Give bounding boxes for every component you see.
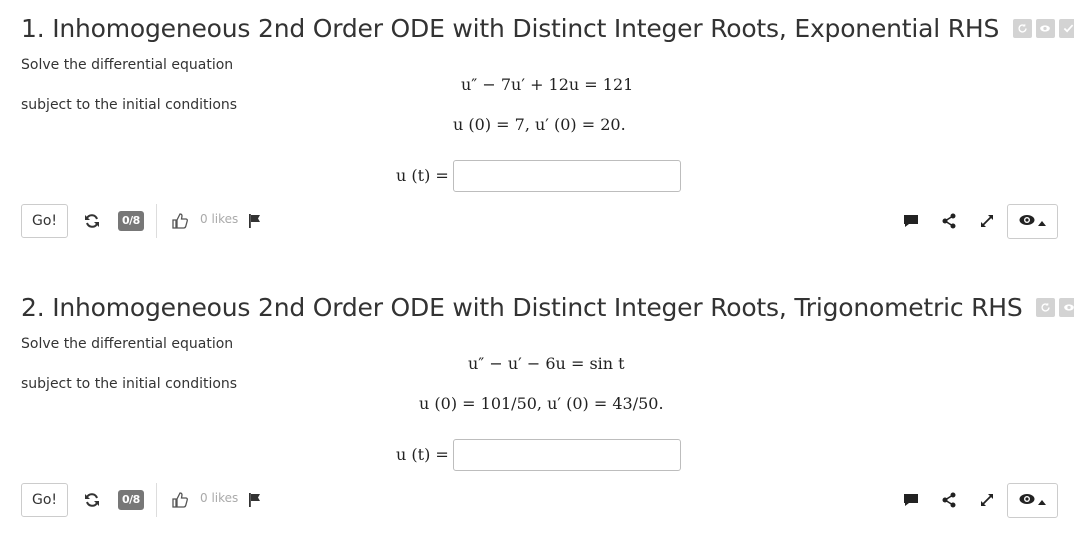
status-badges [1036, 297, 1074, 317]
initial-conditions: u (0) = 7, u′ (0) = 20. [453, 115, 626, 134]
problem-toolbar: Go! 0/8 0 likes [0, 483, 1074, 519]
flag-icon[interactable] [248, 492, 262, 508]
caret-up-icon [1038, 213, 1046, 231]
problem-title: 1. Inhomogeneous 2nd Order ODE with Dist… [21, 13, 1074, 45]
answer-label: u (t) = [396, 445, 449, 464]
expand-icon[interactable] [979, 492, 995, 508]
solve-label: Solve the differential equation [21, 336, 234, 352]
score-badge: 0/8 [118, 490, 144, 510]
regenerate-icon[interactable] [84, 213, 100, 229]
caret-up-icon [1038, 492, 1046, 510]
problem-toolbar: Go! 0/8 0 likes [0, 204, 1074, 240]
divider [156, 204, 157, 238]
problem-title-text: 2. Inhomogeneous 2nd Order ODE with Dist… [21, 293, 1023, 322]
comment-icon[interactable] [903, 492, 919, 508]
subject-label: subject to the initial conditions [21, 376, 238, 392]
share-icon[interactable] [941, 213, 957, 229]
refresh-icon [1036, 297, 1056, 317]
problem-title: 2. Inhomogeneous 2nd Order ODE with Dist… [21, 292, 1074, 324]
differential-equation: u″ − 7u′ + 12u = 121 [461, 75, 634, 94]
divider [156, 483, 157, 517]
likes-count: 0 likes [200, 212, 239, 226]
problem-2: 2. Inhomogeneous 2nd Order ODE with Dist… [0, 279, 1074, 549]
view-options-button[interactable] [1007, 204, 1058, 239]
answer-input[interactable] [453, 160, 681, 192]
thumbs-up-icon[interactable] [172, 492, 188, 508]
share-icon[interactable] [941, 492, 957, 508]
thumbs-up-icon[interactable] [172, 213, 188, 229]
status-badges [1012, 18, 1074, 38]
go-button[interactable]: Go! [21, 204, 68, 238]
eye-icon [1059, 297, 1074, 317]
eye-icon [1035, 18, 1055, 38]
score-badge: 0/8 [118, 211, 144, 231]
eye-icon [1019, 213, 1035, 231]
comment-icon[interactable] [903, 213, 919, 229]
eye-icon [1019, 492, 1035, 510]
likes-count: 0 likes [200, 491, 239, 505]
go-button[interactable]: Go! [21, 483, 68, 517]
refresh-icon [1012, 18, 1032, 38]
flag-icon[interactable] [248, 213, 262, 229]
view-options-button[interactable] [1007, 483, 1058, 518]
check-icon [1058, 18, 1074, 38]
expand-icon[interactable] [979, 213, 995, 229]
problem-1: 1. Inhomogeneous 2nd Order ODE with Dist… [0, 0, 1074, 270]
answer-input[interactable] [453, 439, 681, 471]
initial-conditions: u (0) = 101/50, u′ (0) = 43/50. [419, 394, 664, 413]
problem-title-text: 1. Inhomogeneous 2nd Order ODE with Dist… [21, 14, 1000, 43]
solve-label: Solve the differential equation [21, 57, 234, 73]
differential-equation: u″ − u′ − 6u = sin t [468, 354, 625, 373]
regenerate-icon[interactable] [84, 492, 100, 508]
subject-label: subject to the initial conditions [21, 97, 238, 113]
answer-label: u (t) = [396, 166, 449, 185]
